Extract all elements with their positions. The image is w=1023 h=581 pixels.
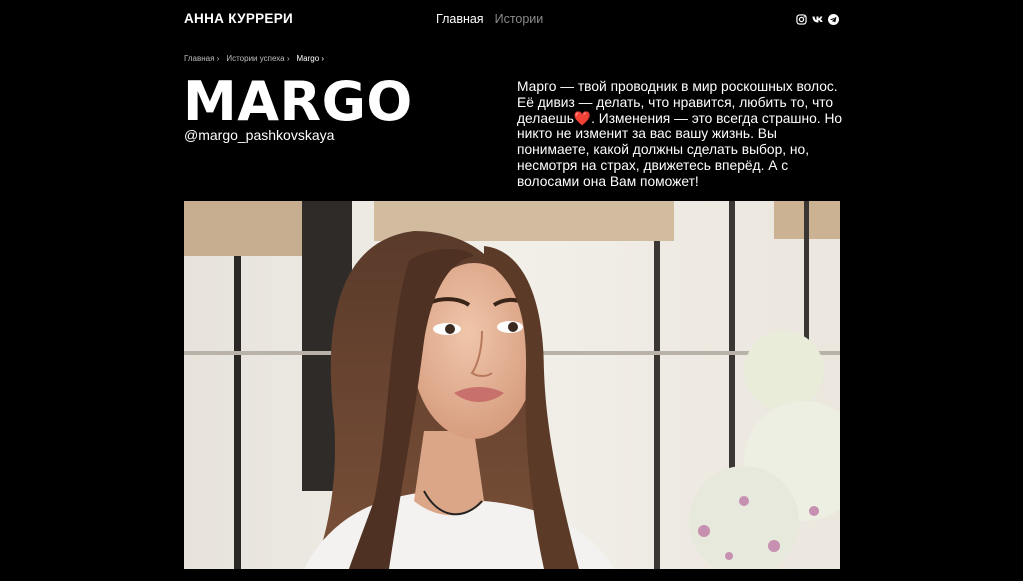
telegram-icon[interactable] bbox=[828, 12, 839, 25]
breadcrumb-stories[interactable]: Истории успеха › bbox=[226, 54, 289, 63]
portrait-illustration bbox=[184, 201, 840, 569]
nav-home[interactable]: Главная bbox=[436, 12, 484, 26]
heart-emoji: ❤️ bbox=[573, 110, 592, 126]
breadcrumb: Главная › Истории успеха › Margo › bbox=[184, 54, 324, 63]
vk-icon[interactable] bbox=[812, 12, 823, 23]
instagram-handle[interactable]: @margo_pashkovskaya bbox=[184, 127, 334, 143]
instagram-icon[interactable] bbox=[796, 12, 807, 25]
main-nav: Главная Истории bbox=[436, 12, 543, 26]
brand-logo[interactable]: АННА КУРРЕРИ bbox=[184, 11, 293, 26]
social-links bbox=[796, 12, 839, 25]
breadcrumb-current: Margo › bbox=[296, 54, 325, 63]
profile-description: Марго — твой проводник в мир роскошных в… bbox=[517, 79, 847, 190]
page-title: MARGO bbox=[183, 70, 413, 133]
breadcrumb-home[interactable]: Главная › bbox=[184, 54, 219, 63]
portrait-photo bbox=[184, 201, 840, 569]
site-header: АННА КУРРЕРИ Главная Истории bbox=[0, 0, 1023, 40]
nav-stories[interactable]: Истории bbox=[495, 12, 544, 26]
